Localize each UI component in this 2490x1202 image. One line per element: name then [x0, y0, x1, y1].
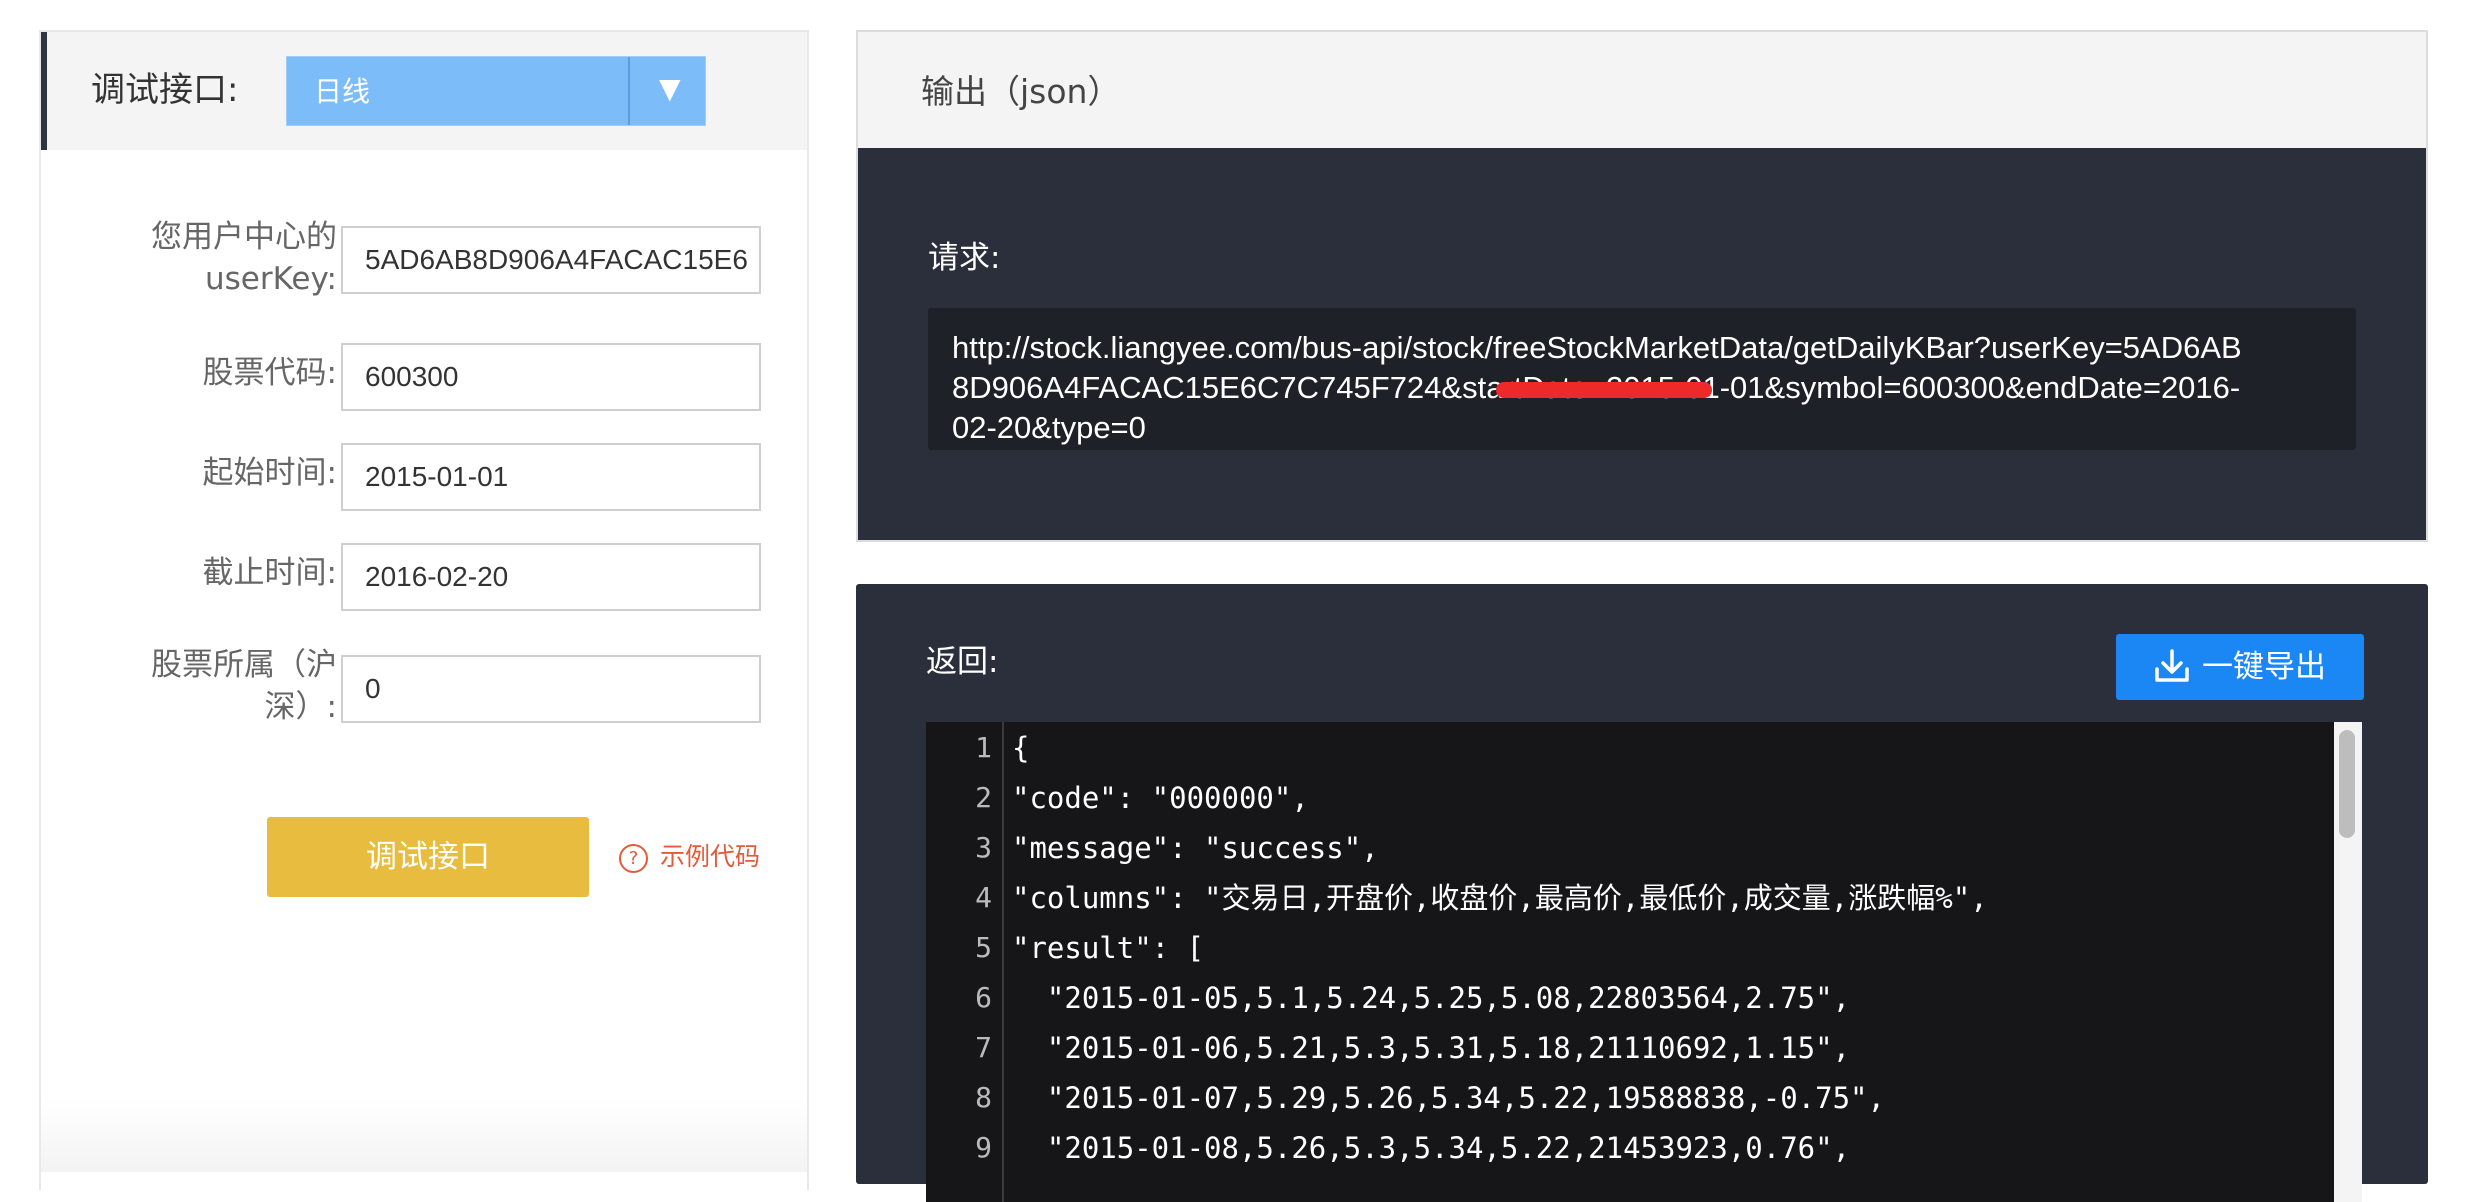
code-line: "columns": "交易日,开盘价,收盘价,最高价,最低价,成交量,涨跌幅%… — [1012, 881, 1988, 915]
line-number: 5 — [975, 931, 992, 964]
sample-code-label: 示例代码 — [660, 842, 761, 871]
start-date-label: 起始时间: — [202, 455, 337, 491]
code-line: "code": "000000", — [1012, 781, 1309, 815]
code-line: "message": "success", — [1012, 831, 1379, 865]
code-line: { — [1012, 731, 1030, 765]
stock-code-label: 股票代码: — [202, 355, 337, 391]
api-select-dropdown[interactable]: 日线 ▼ — [286, 56, 706, 126]
userkey-label: 您用户中心的userKey: — [151, 219, 337, 297]
debug-form-panel: 调试接口: 日线 ▼ 您用户中心的userKey: 5AD6AB8D906A4F… — [39, 30, 809, 1190]
code-line: "2015-01-08,5.26,5.3,5.34,5.22,21453923,… — [1012, 1131, 1851, 1165]
output-header: 输出（json） — [858, 32, 2426, 148]
question-icon: ? — [619, 844, 648, 873]
end-date-label: 截止时间: — [202, 555, 337, 591]
return-label: 返回: — [926, 644, 999, 680]
redaction-mark — [1496, 382, 1712, 398]
line-number-gutter: 1 2 3 4 5 6 7 8 9 — [926, 722, 1004, 1202]
api-select-value: 日线 — [314, 75, 371, 108]
request-label: 请求: — [928, 240, 1001, 276]
market-input[interactable]: 0 — [341, 655, 761, 723]
market-label: 股票所属（沪深）: — [151, 647, 337, 725]
debug-form-header: 调试接口: 日线 ▼ — [41, 32, 807, 150]
line-number: 4 — [975, 881, 992, 914]
code-line: "result": [ — [1012, 931, 1205, 965]
line-number: 8 — [975, 1081, 992, 1114]
line-number: 2 — [975, 781, 992, 814]
return-panel: 返回: 一键导出 1 2 3 4 5 6 7 8 9 { "code": "000000", "me… — [856, 584, 2428, 1202]
userkey-input[interactable]: 5AD6AB8D906A4FACAC15E6 — [341, 226, 761, 294]
code-line: "2015-01-06,5.21,5.3,5.31,5.18,21110692,… — [1012, 1031, 1851, 1065]
request-url-box: http://stock.liangyee.com/bus-api/stock/… — [928, 308, 2356, 450]
line-number: 6 — [975, 981, 992, 1014]
line-number: 1 — [975, 731, 992, 764]
bottom-fade — [41, 1100, 807, 1172]
stock-code-input[interactable]: 600300 — [341, 343, 761, 411]
api-select-divider — [628, 57, 630, 125]
export-button-label: 一键导出 — [2202, 649, 2326, 685]
download-icon — [2155, 649, 2189, 682]
line-number: 9 — [975, 1131, 992, 1164]
export-button[interactable]: 一键导出 — [2116, 634, 2364, 700]
json-code-editor[interactable]: 1 2 3 4 5 6 7 8 9 { "code": "000000", "message": "… — [926, 722, 2362, 1202]
debug-interface-button[interactable]: 调试接口 — [267, 817, 589, 897]
line-number: 7 — [975, 1031, 992, 1064]
end-date-input[interactable]: 2016-02-20 — [341, 543, 761, 611]
chevron-down-icon[interactable]: ▼ — [659, 69, 681, 109]
line-number: 3 — [975, 831, 992, 864]
start-date-input[interactable]: 2015-01-01 — [341, 443, 761, 511]
debug-interface-label: 调试接口: — [91, 70, 239, 110]
code-line: "2015-01-07,5.29,5.26,5.34,5.22,19588838… — [1012, 1081, 1885, 1115]
code-line: "2015-01-05,5.1,5.24,5.25,5.08,22803564,… — [1012, 981, 1851, 1015]
scrollbar[interactable] — [2334, 722, 2362, 1202]
sample-code-link[interactable]: ? 示例代码 — [619, 839, 760, 875]
output-title: 输出（json） — [921, 72, 1121, 111]
scrollbar-thumb[interactable] — [2339, 730, 2355, 838]
output-panel: 输出（json） 请求: http://stock.liangyee.com/b… — [856, 30, 2428, 542]
